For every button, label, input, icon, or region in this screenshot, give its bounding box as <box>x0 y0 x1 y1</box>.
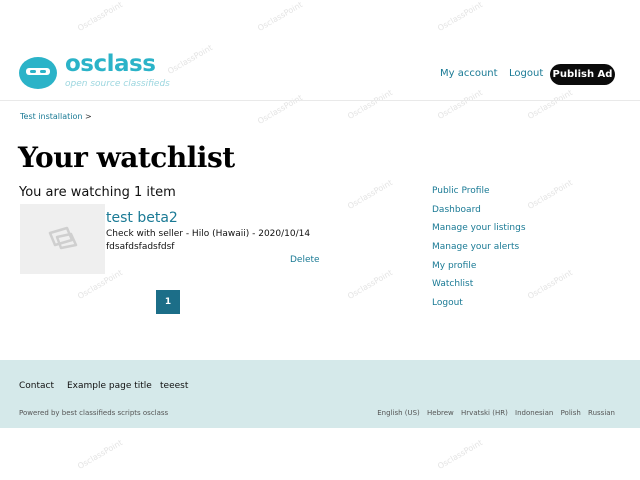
listing-title-link[interactable]: test beta2 <box>106 210 178 226</box>
language-russian[interactable]: Russian <box>588 409 615 417</box>
watermark: OsclassPoint <box>526 268 575 301</box>
watermark: OsclassPoint <box>346 268 395 301</box>
language-polish[interactable]: Polish <box>561 409 581 417</box>
breadcrumb-separator: > <box>85 112 92 121</box>
logout-link[interactable]: Logout <box>509 68 543 79</box>
watermark: OsclassPoint <box>346 178 395 211</box>
breadcrumb: Test installation > <box>20 112 92 121</box>
footer-link-contact[interactable]: Contact <box>19 381 54 391</box>
watermark: OsclassPoint <box>76 438 125 471</box>
listing-thumbnail[interactable] <box>20 204 105 274</box>
language-croatian[interactable]: Hrvatski (HR) <box>461 409 508 417</box>
site-logo[interactable]: osclass open source classifieds <box>19 51 179 93</box>
site-header: osclass open source classifieds My accou… <box>0 0 640 101</box>
user-menu: Public Profile Dashboard Manage your lis… <box>432 186 526 317</box>
publish-ad-button[interactable]: Publish Ad <box>550 64 615 85</box>
sidebar-item-public-profile[interactable]: Public Profile <box>432 186 526 205</box>
powered-by-text: Powered by best classifieds scripts oscl… <box>19 409 169 417</box>
sidebar-item-watchlist[interactable]: Watchlist <box>432 279 526 298</box>
listing-meta: Check with seller - Hilo (Hawaii) - 2020… <box>106 229 311 239</box>
watchlist-count: You are watching 1 item <box>19 185 176 200</box>
logo-tagline: open source classifieds <box>65 79 170 89</box>
image-placeholder-icon <box>48 226 78 250</box>
pagination-page-1[interactable]: 1 <box>156 290 180 314</box>
language-indonesian[interactable]: Indonesian <box>515 409 553 417</box>
footer-link-teeest[interactable]: teeest <box>160 381 188 391</box>
sidebar-item-my-profile[interactable]: My profile <box>432 261 526 280</box>
my-account-link[interactable]: My account <box>440 68 498 79</box>
sidebar-item-logout[interactable]: Logout <box>432 298 526 317</box>
ninja-logo-icon <box>19 57 57 89</box>
language-switcher: English (US) Hebrew Hrvatski (HR) Indone… <box>372 409 615 417</box>
footer-link-example-page[interactable]: Example page title <box>67 381 152 391</box>
breadcrumb-home-link[interactable]: Test installation <box>20 112 82 121</box>
watermark: OsclassPoint <box>436 438 485 471</box>
page-title: Your watchlist <box>18 141 235 174</box>
language-hebrew[interactable]: Hebrew <box>427 409 454 417</box>
listing-description: fdsafdsfadsfdsf <box>106 242 175 252</box>
watermark: OsclassPoint <box>526 178 575 211</box>
sidebar-item-dashboard[interactable]: Dashboard <box>432 205 526 224</box>
site-footer: Contact Example page title teeest Powere… <box>0 360 640 428</box>
delete-link[interactable]: Delete <box>290 255 320 265</box>
logo-wordmark: osclass <box>65 51 156 77</box>
language-english[interactable]: English (US) <box>377 409 420 417</box>
sidebar-item-manage-listings[interactable]: Manage your listings <box>432 223 526 242</box>
sidebar-item-manage-alerts[interactable]: Manage your alerts <box>432 242 526 261</box>
